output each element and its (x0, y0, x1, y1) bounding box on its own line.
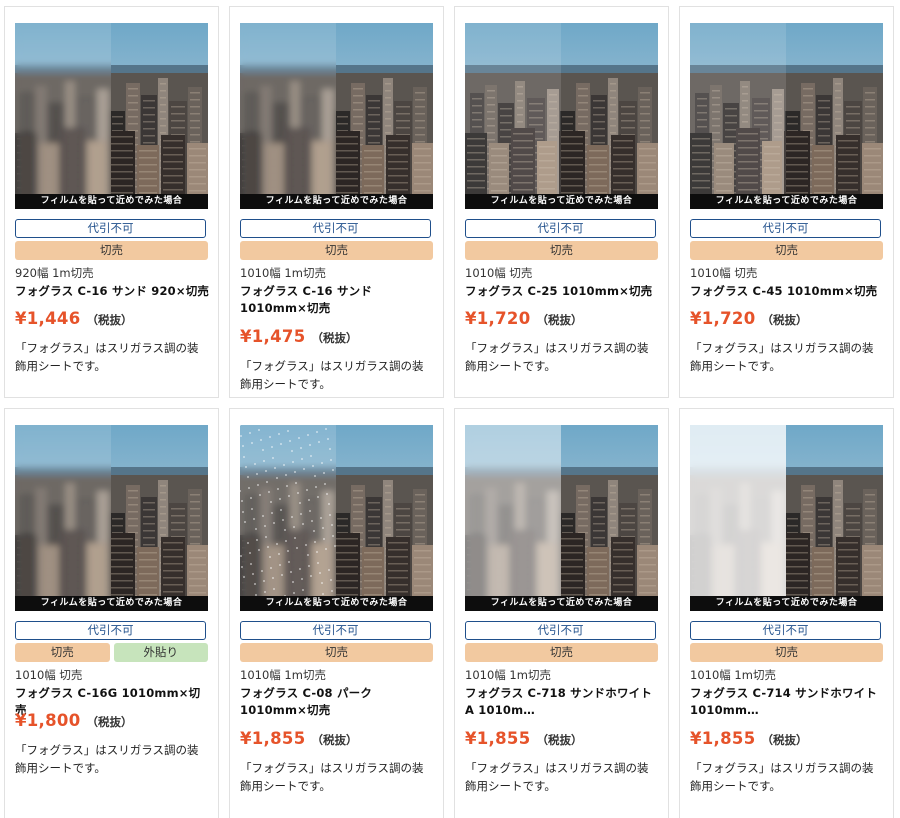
no-cod-badge: 代引不可 (465, 621, 656, 640)
cut-sale-tag: 切売 (690, 241, 883, 260)
product-description: 「フォグラス」はスリガラス調の装飾用シートです。 (240, 761, 424, 793)
price: ¥1,800 （税抜） (15, 711, 215, 730)
no-cod-badge: 代引不可 (240, 219, 431, 238)
cut-sale-tag: 切売 (15, 241, 208, 260)
product-size: 1010幅 切売 (690, 266, 758, 280)
product-image[interactable]: フィルムを貼って近めでみた場合 (465, 425, 658, 611)
cut-sale-tag: 切売 (690, 643, 883, 662)
no-cod-badge: 代引不可 (15, 621, 206, 640)
product-description: 「フォグラス」はスリガラス調の装飾用シートです。 (465, 341, 649, 373)
product-size: 1010幅 1m切売 (240, 668, 326, 682)
price-value: ¥1,720 (465, 309, 531, 328)
product-card[interactable]: フィルムを貼って近めでみた場合代引不可切売 1010幅 1m切売フォグラス C-1… (229, 6, 444, 398)
product-name[interactable]: フォグラス C-45 1010mm×切売 (690, 283, 885, 300)
product-card[interactable]: フィルムを貼って近めでみた場合代引不可切売 1010幅 1m切売フォグラス C-7… (454, 408, 669, 818)
cut-sale-tag: 切売 (240, 643, 433, 662)
price-value: ¥1,800 (15, 711, 81, 730)
product-description: 「フォグラス」はスリガラス調の装飾用シートです。 (690, 761, 874, 793)
price-value: ¥1,855 (690, 729, 756, 748)
product-size: 1010幅 切売 (15, 668, 83, 682)
tax-label: （税抜） (86, 313, 133, 327)
product-card[interactable]: フィルムを貼って近めでみた場合代引不可切売 1010幅 切売フォグラス C-25 … (454, 6, 669, 398)
product-image[interactable]: フィルムを貼って近めでみた場合 (15, 425, 208, 611)
tax-label: （税抜） (761, 313, 808, 327)
tag-list: 切売 (465, 241, 658, 260)
product-image[interactable]: フィルムを貼って近めでみた場合 (690, 425, 883, 611)
product-card[interactable]: フィルムを貼って近めでみた場合 代引不可 切売 外貼り 1010幅 切売 フォグラス C-… (4, 408, 219, 818)
product-description: 「フォグラス」はスリガラス調の装飾用シートです。 (15, 341, 199, 373)
product-size: 1010幅 1m切売 (465, 668, 551, 682)
product-description: 「フォグラス」はスリガラス調の装飾用シートです。 (690, 341, 874, 373)
product-name[interactable]: フォグラス C-718 サンドホワイトA 1010m… (465, 685, 660, 719)
price: ¥1,720 （税抜） (465, 309, 665, 328)
image-caption: フィルムを貼って近めでみた場合 (240, 194, 433, 209)
product-image[interactable]: フィルムを貼って近めでみた場合 (15, 23, 208, 209)
product-size: 1010幅 1m切売 (240, 266, 326, 280)
product-image[interactable]: フィルムを貼って近めでみた場合 (690, 23, 883, 209)
image-caption: フィルムを貼って近めでみた場合 (15, 194, 208, 209)
price: ¥1,720 （税抜） (690, 309, 890, 328)
no-cod-badge: 代引不可 (15, 219, 206, 238)
price: ¥1,855 （税抜） (690, 729, 890, 748)
tag-list: 切売 (240, 643, 433, 662)
cut-sale-tag: 切売 (15, 643, 110, 662)
image-caption: フィルムを貼って近めでみた場合 (465, 596, 658, 611)
cut-sale-tag: 切売 (240, 241, 433, 260)
image-caption: フィルムを貼って近めでみた場合 (690, 596, 883, 611)
tag-list: 切売 (690, 643, 883, 662)
tax-label: （税抜） (536, 313, 583, 327)
cut-sale-tag: 切売 (465, 643, 658, 662)
price: ¥1,855 （税抜） (240, 729, 440, 748)
product-name[interactable]: フォグラス C-714 サンドホワイト 1010mm… (690, 685, 885, 719)
product-card[interactable]: フィルムを貼って近めでみた場合代引不可切売 1010幅 1m切売フォグラス C-7… (679, 408, 894, 818)
no-cod-badge: 代引不可 (690, 621, 881, 640)
product-description: 「フォグラス」はスリガラス調の装飾用シートです。 (15, 743, 199, 775)
tax-label: （税抜） (86, 715, 133, 729)
tax-label: （税抜） (311, 331, 358, 345)
product-size: 1010幅 切売 (465, 266, 533, 280)
product-size: 1010幅 1m切売 (690, 668, 776, 682)
cut-sale-tag: 切売 (465, 241, 658, 260)
image-caption: フィルムを貼って近めでみた場合 (465, 194, 658, 209)
price: ¥1,446 （税抜） (15, 309, 215, 328)
tax-label: （税抜） (761, 733, 808, 747)
price-value: ¥1,475 (240, 327, 306, 346)
outdoor-tag: 外貼り (113, 643, 208, 662)
product-name[interactable]: フォグラス C-16 サンド 920×切売 (15, 283, 210, 300)
no-cod-badge: 代引不可 (690, 219, 881, 238)
product-card[interactable]: フィルムを貼って近めでみた場合代引不可切売 920幅 1m切売フォグラス C-16… (4, 6, 219, 398)
product-image[interactable]: フィルムを貼って近めでみた場合 (240, 23, 433, 209)
price: ¥1,855 （税抜） (465, 729, 665, 748)
image-caption: フィルムを貼って近めでみた場合 (15, 596, 208, 611)
product-description: 「フォグラス」はスリガラス調の装飾用シートです。 (240, 359, 424, 391)
product-description: 「フォグラス」はスリガラス調の装飾用シートです。 (465, 761, 649, 793)
product-image[interactable]: フィルムを貼って近めでみた場合 (240, 425, 433, 611)
product-name[interactable]: フォグラス C-16 サンド 1010mm×切売 (240, 283, 435, 317)
price-value: ¥1,855 (240, 729, 306, 748)
product-name[interactable]: フォグラス C-08 パーク 1010mm×切売 (240, 685, 435, 719)
price-value: ¥1,446 (15, 309, 81, 328)
no-cod-badge: 代引不可 (465, 219, 656, 238)
tax-label: （税抜） (311, 733, 358, 747)
price-value: ¥1,720 (690, 309, 756, 328)
product-card[interactable]: フィルムを貼って近めでみた場合代引不可切売 1010幅 1m切売フォグラス C-0… (229, 408, 444, 818)
tax-label: （税抜） (536, 733, 583, 747)
tag-list: 切売 外貼り (15, 643, 208, 662)
tag-list: 切売 (15, 241, 208, 260)
image-caption: フィルムを貼って近めでみた場合 (240, 596, 433, 611)
tag-list: 切売 (240, 241, 433, 260)
price-value: ¥1,855 (465, 729, 531, 748)
price: ¥1,475 （税抜） (240, 327, 440, 346)
product-card[interactable]: フィルムを貼って近めでみた場合代引不可切売 1010幅 切売フォグラス C-45 … (679, 6, 894, 398)
tag-list: 切売 (465, 643, 658, 662)
product-grid: フィルムを貼って近めでみた場合 代引不可 切売 920幅 1m切売 フォグラス C-16… (0, 0, 900, 818)
image-caption: フィルムを貼って近めでみた場合 (690, 194, 883, 209)
product-name[interactable]: フォグラス C-25 1010mm×切売 (465, 283, 660, 300)
product-size: 920幅 1m切売 (15, 266, 94, 280)
tag-list: 切売 (690, 241, 883, 260)
no-cod-badge: 代引不可 (240, 621, 431, 640)
product-image[interactable]: フィルムを貼って近めでみた場合 (465, 23, 658, 209)
